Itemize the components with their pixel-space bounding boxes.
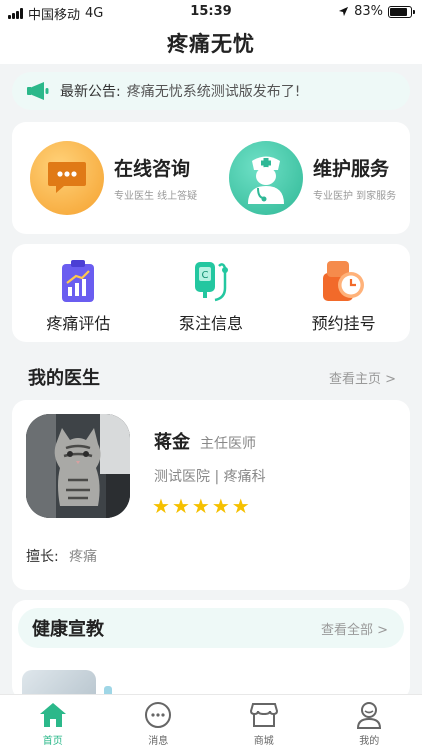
battery-percent: 83% [354, 4, 383, 19]
status-right: 83% [338, 4, 415, 19]
location-arrow-icon [339, 6, 349, 17]
specialty-label: 擅长: [26, 549, 59, 565]
message-icon [144, 701, 172, 729]
announcement-text: 疼痛无忧系统测试版发布了! [126, 84, 301, 100]
star-icon: ★ [211, 494, 230, 518]
quick-actions-card: 疼痛评估 C 泵注信息 预约挂号 [12, 244, 410, 342]
specialty-value: 疼痛 [69, 549, 98, 565]
services-card: 在线咨询 专业医生 线上答疑 维护服务 专业医护 到家服务 [12, 122, 410, 234]
service-home-care[interactable]: 维护服务 专业医护 到家服务 [211, 122, 410, 234]
store-icon [249, 701, 278, 729]
star-icon: ★ [171, 494, 190, 518]
quick-action-label: 预约挂号 [311, 314, 376, 333]
announcement-bar[interactable]: 最新公告: 疼痛无忧系统测试版发布了! [12, 72, 410, 110]
star-icon: ★ [152, 494, 170, 518]
page-title: 疼痛无忧 [167, 32, 255, 56]
doctor-name: 蒋金 [154, 432, 190, 453]
doctor-specialty: 擅长: 疼痛 [26, 546, 97, 566]
tab-label: 商城 [253, 736, 274, 747]
tab-profile[interactable]: 我的 [317, 695, 422, 750]
tab-label: 消息 [148, 736, 169, 747]
nav-bar: 疼痛无忧 [0, 24, 422, 64]
my-doctor-header: 我的医生 查看主页 > [12, 362, 410, 392]
announcement-label: 最新公告: [60, 84, 121, 100]
tab-bar: 首页 消息 商城 我的 [0, 694, 422, 750]
svg-text:C: C [202, 270, 209, 281]
quick-pain-assessment[interactable]: 疼痛评估 [12, 244, 145, 342]
doctor-title: 主任医师 [200, 436, 256, 452]
home-icon [39, 701, 67, 729]
view-all-link[interactable]: 查看全部 > [321, 619, 404, 638]
quick-action-label: 疼痛评估 [46, 314, 111, 333]
quick-appointment[interactable]: 预约挂号 [277, 244, 410, 342]
tab-store[interactable]: 商城 [211, 695, 317, 750]
tab-label: 首页 [42, 736, 63, 747]
clipboard-chart-icon [55, 258, 101, 304]
health-education-card: 健康宣教 查看全部 > [12, 600, 410, 700]
section-title: 我的医生 [28, 368, 100, 389]
service-subtitle: 专业医护 到家服务 [313, 191, 397, 202]
doctor-name-row: 蒋金 主任医师 [154, 428, 256, 454]
section-title: 健康宣教 [32, 619, 104, 640]
doctor-avatar [26, 414, 130, 518]
profile-icon [355, 701, 383, 729]
infusion-pump-icon: C [188, 258, 234, 304]
tab-messages[interactable]: 消息 [106, 695, 212, 750]
battery-icon [388, 5, 415, 18]
battery-fill [390, 7, 407, 16]
status-bar: 中国移动 4G 15:39 83% [0, 0, 422, 24]
tab-label: 我的 [359, 736, 380, 747]
appointment-clock-icon [321, 258, 367, 304]
health-education-header: 健康宣教 查看全部 > [18, 608, 404, 648]
service-name: 在线咨询 [114, 158, 191, 180]
service-online-consult[interactable]: 在线咨询 专业医生 线上答疑 [12, 122, 211, 234]
chat-bubble-icon [30, 141, 104, 215]
view-homepage-link[interactable]: 查看主页 > [329, 368, 410, 387]
megaphone-icon [27, 82, 49, 100]
doctor-rating: ★ ★ ★ ★ ★ [152, 496, 250, 516]
star-icon: ★ [231, 494, 250, 518]
quick-action-label: 泵注信息 [179, 314, 244, 333]
service-name: 维护服务 [313, 158, 390, 180]
service-subtitle: 专业医生 线上答疑 [114, 191, 198, 202]
nurse-icon [229, 141, 303, 215]
star-icon: ★ [191, 494, 210, 518]
tab-home[interactable]: 首页 [0, 695, 106, 750]
doctor-card[interactable]: 蒋金 主任医师 测试医院 | 疼痛科 ★ ★ ★ ★ ★ 擅长: 疼痛 [12, 400, 410, 590]
quick-pump-info[interactable]: C 泵注信息 [145, 244, 278, 342]
doctor-hospital: 测试医院 | 疼痛科 [154, 469, 266, 485]
